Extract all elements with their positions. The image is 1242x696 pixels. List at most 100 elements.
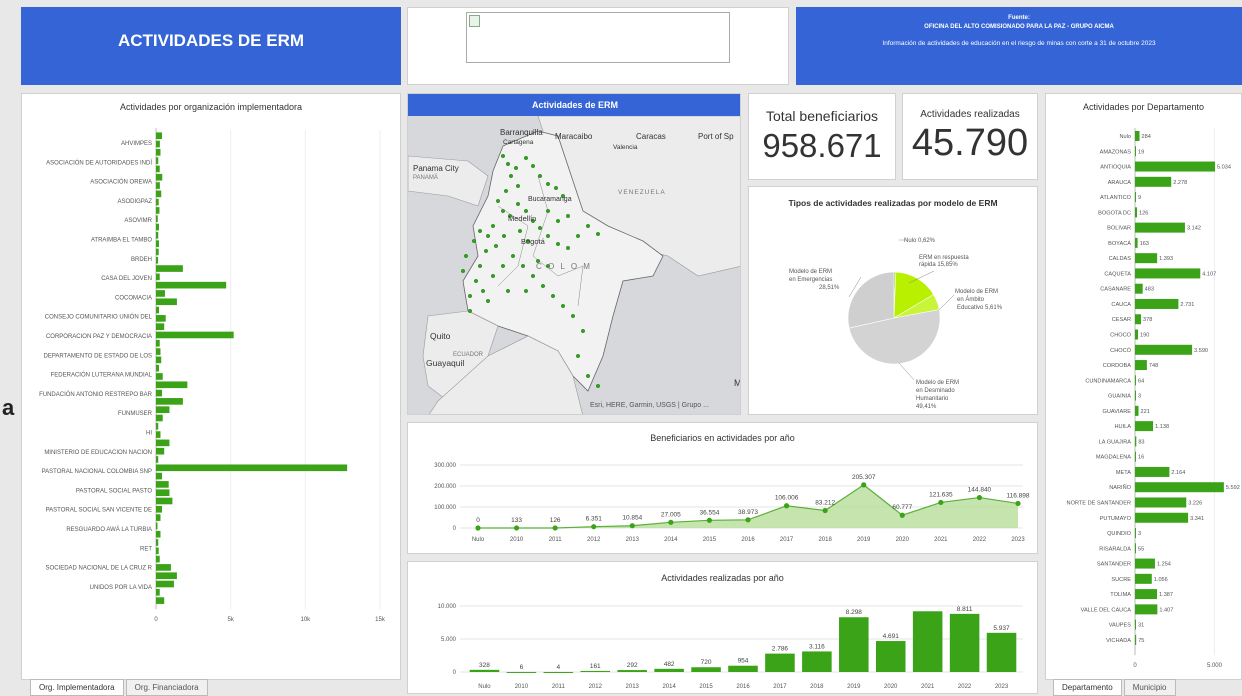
map-label-colombia: C O L O M xyxy=(536,262,592,271)
pie-panel: Tipos de actividades realizadas por mode… xyxy=(748,186,1038,415)
dept-data-label: 378 xyxy=(1143,317,1152,323)
yearbar-bar xyxy=(802,651,832,672)
dept-category-label: CAQUETA xyxy=(1104,271,1131,277)
pie-chart: Nulo 0,62% ERM en respuesta rápida 15,85… xyxy=(789,238,1003,410)
dept-bar xyxy=(1135,405,1139,416)
tab-org-implementadora[interactable]: Org. Implementadora xyxy=(30,679,124,696)
line-x-tick: 2016 xyxy=(741,537,755,543)
line-x-tick: 2014 xyxy=(664,537,678,543)
org-bar xyxy=(156,514,161,521)
org-bar xyxy=(156,281,227,289)
org-bar xyxy=(156,315,166,322)
org-bar xyxy=(156,298,177,306)
yearbar-bar xyxy=(469,669,500,672)
line-point xyxy=(938,499,944,506)
kpi-actividades-panel: Actividades realizadas 45.790 xyxy=(902,93,1038,180)
map-point xyxy=(468,293,473,298)
map-point xyxy=(595,384,600,389)
yearbar-bar xyxy=(875,641,906,672)
org-x-tick: 0 xyxy=(154,617,158,623)
yearbar-data-label: 8.298 xyxy=(846,609,863,616)
map-label-guayaquil: Guayaquil xyxy=(426,358,464,368)
tab-org-financiadora[interactable]: Org. Financiadora xyxy=(125,679,208,696)
map-label-panama-city: Panama City xyxy=(413,164,459,173)
map-label-venezuela: VENEZUELA xyxy=(618,189,666,196)
map-point xyxy=(480,288,485,293)
dept-category-label: BOYACÁ xyxy=(1108,240,1131,247)
kpi-beneficiarios-label: Total beneficiarios xyxy=(765,108,879,124)
line-x-tick: 2023 xyxy=(1011,537,1025,543)
line-point xyxy=(552,525,558,531)
dept-data-label: 1.138 xyxy=(1155,424,1169,430)
org-bar xyxy=(156,132,162,140)
dept-category-label: SANTANDER xyxy=(1097,562,1131,568)
map-point xyxy=(464,253,469,258)
org-bar xyxy=(156,522,158,530)
map-point xyxy=(495,198,500,203)
yearbar-bar xyxy=(506,671,537,673)
dept-bar xyxy=(1135,619,1136,630)
yearbar-data-label: 292 xyxy=(627,662,638,669)
yearbar-x-tick: 2010 xyxy=(515,684,529,690)
line-point xyxy=(745,517,751,523)
tab-departamento[interactable]: Departamento xyxy=(1053,679,1122,696)
org-bar xyxy=(156,547,159,555)
yearbar-y-tick: 0 xyxy=(453,670,457,676)
map-point xyxy=(500,208,505,213)
dept-data-label: 1.407 xyxy=(1159,607,1173,613)
line-x-tick: 2015 xyxy=(703,537,717,543)
dept-bar xyxy=(1135,146,1136,157)
map-view[interactable]: Barranquilla Cartagena Maracaibo Caracas… xyxy=(408,116,741,415)
org-bar xyxy=(156,572,177,580)
dept-category-label: CHOCO xyxy=(1110,333,1131,339)
dept-data-label: 284 xyxy=(1142,134,1151,140)
pie-label-eme-1: Modelo de ERM xyxy=(789,269,832,275)
org-category-label: RET xyxy=(140,546,152,552)
dept-bar xyxy=(1135,161,1216,172)
tab-municipio[interactable]: Municipio xyxy=(1123,679,1176,696)
dept-bar xyxy=(1135,344,1193,355)
dept-bar xyxy=(1135,207,1138,218)
dept-category-label: MAGDALENA xyxy=(1096,455,1131,461)
org-bar xyxy=(156,140,160,148)
line-point xyxy=(899,512,905,518)
line-data-label: 133 xyxy=(511,517,522,524)
org-bar xyxy=(156,356,162,364)
yearbar-data-label: 8.811 xyxy=(957,606,973,613)
map-label-port: Port of Sp xyxy=(698,132,734,141)
dept-category-label: VAUPES xyxy=(1109,623,1132,629)
line-data-label: 10.854 xyxy=(622,515,642,522)
org-bar xyxy=(156,389,162,397)
map-title-bar: Actividades de ERM xyxy=(408,94,740,116)
kpi-beneficiarios-value: 958.671 xyxy=(762,127,882,164)
dept-bar xyxy=(1135,268,1201,279)
org-bar xyxy=(156,273,160,281)
map-point xyxy=(560,303,565,308)
dept-category-label: QUINDIO xyxy=(1107,531,1132,537)
line-point xyxy=(629,523,635,529)
org-bar xyxy=(156,173,163,181)
org-bar xyxy=(156,381,188,389)
org-bar xyxy=(156,497,173,505)
line-x-tick: 2018 xyxy=(818,537,832,543)
pie-label-des-4: 49,41% xyxy=(916,404,937,410)
map-panel: Actividades de ERM Barranquilla Cartagen… xyxy=(407,93,741,415)
org-bar xyxy=(156,489,170,497)
dept-data-label: 5.592 xyxy=(1226,485,1240,491)
org-bar xyxy=(156,198,159,206)
yearbar-data-label: 4.691 xyxy=(883,633,900,640)
org-bar xyxy=(156,481,169,488)
dept-data-label: 483 xyxy=(1145,287,1154,293)
map-point xyxy=(500,154,505,159)
org-bar xyxy=(156,464,348,472)
org-category-label: COCOMACIA xyxy=(115,295,152,301)
pie-label-nulo: Nulo 0,62% xyxy=(904,238,936,244)
yearbar-data-label: 6 xyxy=(520,664,524,671)
pie-label-amb-3: Educativo 5,61% xyxy=(957,305,1003,311)
dept-bar xyxy=(1135,375,1137,386)
dept-bar xyxy=(1135,573,1152,584)
dept-data-label: 126 xyxy=(1139,210,1148,216)
map-point xyxy=(485,298,490,303)
pie-leader-line xyxy=(938,294,955,311)
line-point xyxy=(706,517,713,523)
